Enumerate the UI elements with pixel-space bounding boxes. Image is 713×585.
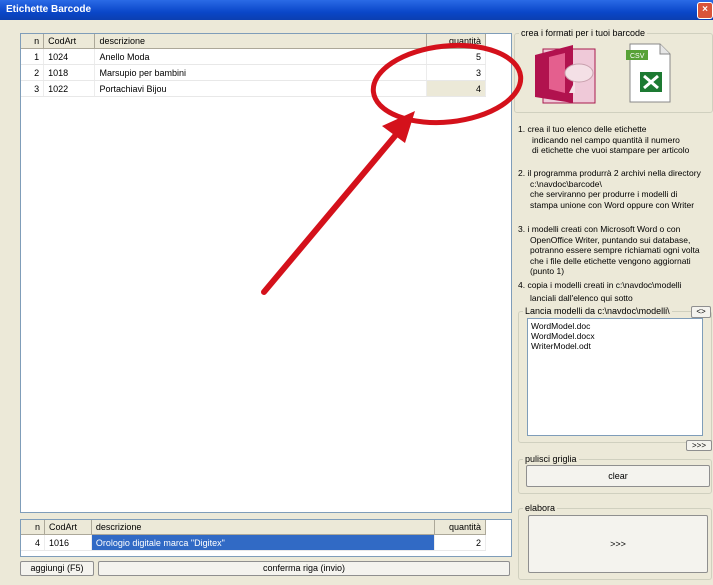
annotation-arrow — [261, 42, 524, 295]
